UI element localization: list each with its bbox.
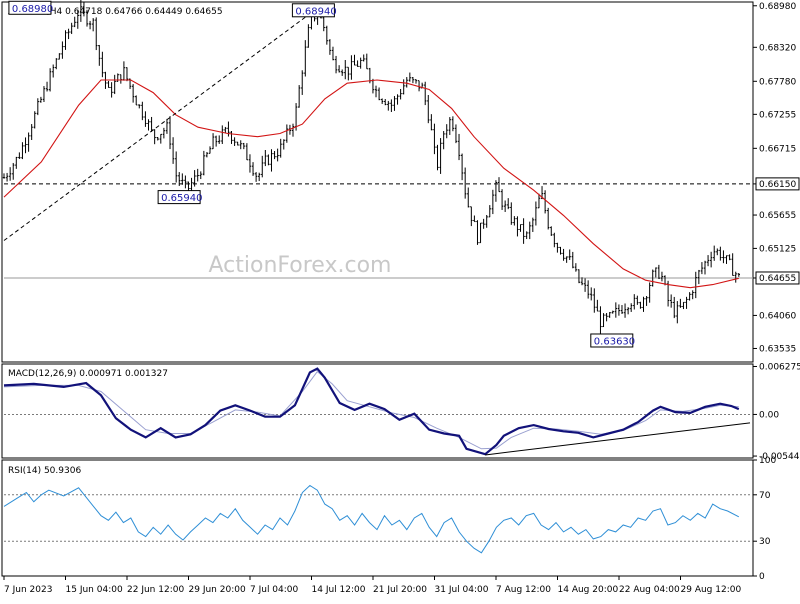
- time-tick-label: 7 Jul 04:00: [250, 585, 299, 595]
- macd-tick-label: 0.006275: [759, 362, 800, 372]
- rsi-tick-label: 30: [759, 537, 771, 547]
- time-tick-label: 29 Aug 12:00: [681, 585, 742, 595]
- time-tick-label: 21 Jul 20:00: [373, 585, 427, 595]
- time-tick-label: 7 Aug 12:00: [496, 585, 551, 595]
- price-tick-label: 0.64060: [759, 311, 796, 321]
- macd-tick-label: 0.00: [759, 410, 779, 420]
- watermark: ActionForex.com: [209, 253, 392, 278]
- price-tick-label: 0.67780: [759, 77, 796, 87]
- price-tick-label: 0.64655: [759, 274, 796, 284]
- price-annotation-label: 0.68940: [295, 6, 336, 17]
- price-tick-label: 0.65125: [759, 244, 796, 254]
- chart-root: AUDUSD,H4 0.64718 0.64766 0.64449 0.6465…: [0, 0, 800, 600]
- price-annotation-label: 0.65940: [161, 193, 202, 204]
- time-tick-label: 14 Aug 20:00: [558, 585, 619, 595]
- time-tick-label: 7 Jun 2023: [4, 585, 52, 595]
- time-tick-label: 15 Jun 04:00: [66, 585, 123, 595]
- price-annotation-label: 0.68980: [12, 4, 53, 15]
- price-tick-label: 0.68320: [759, 43, 796, 53]
- time-tick-label: 29 Jun 20:00: [189, 585, 246, 595]
- price-tick-label: 0.66715: [759, 144, 796, 154]
- price-tick-label: 0.65655: [759, 211, 796, 221]
- chart-svg: AUDUSD,H4 0.64718 0.64766 0.64449 0.6465…: [0, 0, 800, 600]
- macd-header: MACD(12,26,9) 0.000971 0.001327: [8, 369, 168, 379]
- time-tick-label: 31 Jul 04:00: [435, 585, 489, 595]
- rsi-header: RSI(14) 50.9306: [8, 466, 81, 476]
- price-tick-label: 0.67255: [759, 110, 796, 120]
- price-tick-label: 0.63535: [759, 344, 796, 354]
- price-tick-label: 0.68980: [759, 2, 796, 12]
- rsi-tick-label: 70: [759, 491, 771, 501]
- price-annotation-label: 0.63630: [594, 336, 635, 347]
- time-tick-label: 22 Jun 12:00: [127, 585, 184, 595]
- rsi-tick-label: 0: [759, 572, 765, 582]
- rsi-tick-label: 100: [759, 456, 776, 466]
- time-tick-label: 14 Jul 12:00: [312, 585, 366, 595]
- price-tick-label: 0.66150: [759, 180, 796, 190]
- time-tick-label: 22 Aug 04:00: [619, 585, 680, 595]
